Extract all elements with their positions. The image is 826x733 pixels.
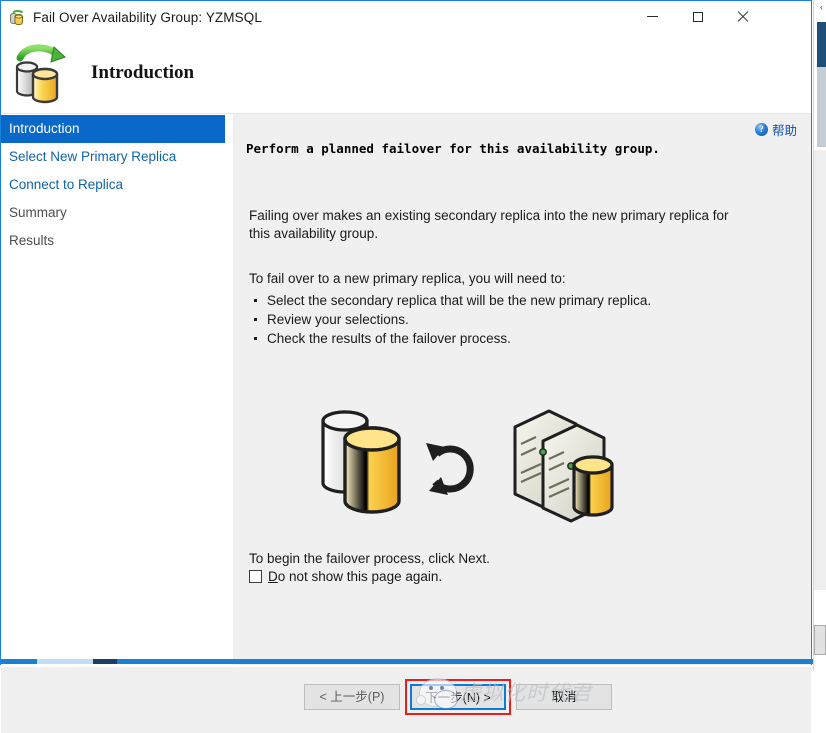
wizard-body: Introduction Select New Primary Replica … (1, 114, 811, 665)
next-button[interactable]: 下一步(N) > (410, 684, 506, 710)
wizard-header: Introduction (1, 33, 811, 114)
sidebar-item-label: Introduction (9, 121, 80, 136)
maximize-button[interactable] (675, 1, 720, 32)
sidebar-item-results: Results (1, 227, 225, 255)
sidebar-item-label: Select New Primary Replica (9, 149, 176, 164)
do-not-show-again-text: o not show this page again. (278, 569, 442, 584)
accelerator-letter: D (268, 569, 278, 584)
cancel-button[interactable]: 取消 (516, 684, 612, 710)
sidebar-item-label: Connect to Replica (9, 177, 123, 192)
taskbar-item[interactable] (37, 659, 93, 664)
help-link[interactable]: ? 帮助 (755, 120, 797, 139)
list-item: Select the secondary replica that will b… (249, 291, 651, 310)
help-question-icon: ? (755, 123, 768, 136)
taskbar-strip (1, 659, 813, 664)
wizard-footer: < 上一步(P) 下一步(N) > 取消 虚拟化时代君 (1, 665, 811, 733)
intro-paragraph: Failing over makes an existing secondary… (249, 207, 749, 243)
do-not-show-again-checkbox[interactable] (249, 570, 262, 583)
bottom-note: To begin the failover process, click Nex… (249, 551, 490, 566)
database-failover-icon (11, 41, 73, 105)
background-window-body (814, 150, 826, 590)
previous-button[interactable]: < 上一步(P) (304, 684, 400, 710)
do-not-show-again-label: Do not show this page again. (268, 569, 442, 584)
scroll-up-arrow-icon[interactable]: ‹ (816, 0, 826, 14)
do-not-show-again-row[interactable]: Do not show this page again. (249, 569, 442, 584)
help-link-label: 帮助 (772, 120, 797, 139)
panel-heading: Perform a planned failover for this avai… (246, 141, 660, 156)
page-title: Introduction (91, 62, 194, 84)
taskbar-item-active[interactable] (93, 659, 117, 664)
failover-wizard-dialog: Fail Over Availability Group: YZMSQL (0, 0, 812, 665)
sidebar-item-label: Results (9, 233, 54, 248)
window-title: Fail Over Availability Group: YZMSQL (33, 10, 262, 25)
sidebar-item-select-new-primary-replica[interactable]: Select New Primary Replica (1, 143, 225, 171)
maximize-icon (693, 12, 703, 22)
steps-lead-in: To fail over to a new primary replica, y… (249, 270, 749, 288)
list-item: Check the results of the failover proces… (249, 329, 651, 348)
database-failover-icon (9, 9, 26, 26)
background-scrollbar-thumb[interactable] (817, 22, 826, 67)
close-button[interactable] (720, 1, 765, 32)
steps-list: Select the secondary replica that will b… (249, 291, 651, 348)
title-bar: Fail Over Availability Group: YZMSQL (1, 1, 811, 33)
background-window-sliver: ‹ (813, 0, 826, 671)
minimize-button[interactable] (630, 1, 675, 32)
list-item: Review your selections. (249, 310, 651, 329)
content-panel: ? 帮助 Perform a planned failover for this… (233, 114, 811, 665)
sidebar-item-label: Summary (9, 205, 67, 220)
wizard-step-sidebar: Introduction Select New Primary Replica … (1, 114, 225, 665)
close-icon (737, 11, 749, 23)
minimize-icon (647, 16, 658, 17)
sidebar-item-connect-to-replica[interactable]: Connect to Replica (1, 171, 225, 199)
sidebar-item-summary: Summary (1, 199, 225, 227)
background-scrollbar-rest (817, 67, 826, 147)
sidebar-item-introduction[interactable]: Introduction (1, 115, 225, 143)
background-window-button[interactable] (814, 625, 826, 655)
database-failover-servers-illustration (293, 399, 633, 539)
